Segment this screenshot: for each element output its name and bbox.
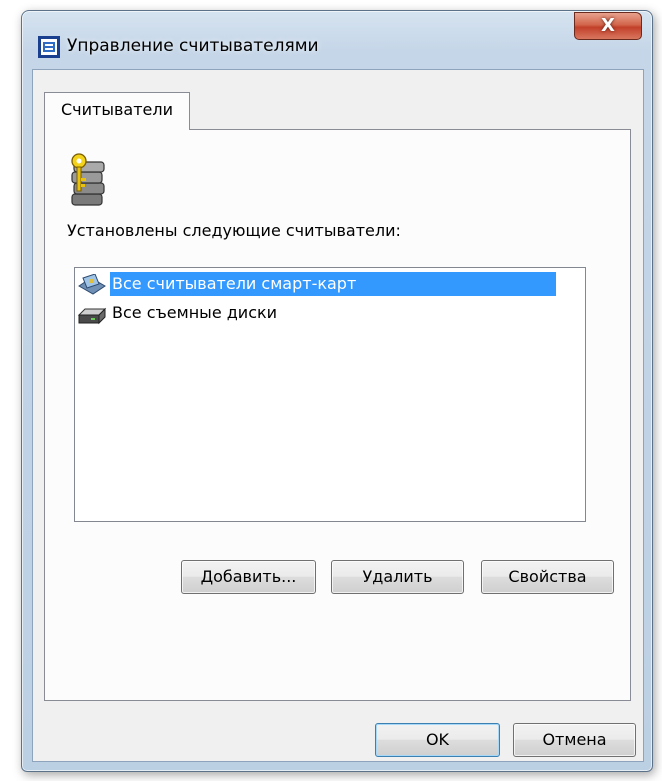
dialog-window: Управление считывателями X Считыватели У… [21, 10, 653, 772]
readers-listbox[interactable]: Все считыватели смарт-карт Все съемные д… [74, 267, 586, 522]
tab-panel-readers: Установлены следующие считыватели: Все с… [44, 129, 631, 701]
list-item-label: Все съемные диски [112, 303, 278, 322]
ok-button[interactable]: OK [375, 723, 500, 757]
close-button[interactable]: X [574, 12, 642, 40]
title-bar[interactable]: Управление считывателями X [22, 11, 652, 69]
cancel-button[interactable]: Отмена [513, 723, 636, 757]
smart-card-reader-icon [78, 274, 106, 295]
properties-button[interactable]: Свойства [481, 560, 614, 594]
keys-stack-icon [71, 153, 105, 206]
list-item-label: Все считыватели смарт-карт [110, 272, 556, 296]
window-title: Управление считывателями [67, 36, 319, 56]
tab-readers[interactable]: Считыватели [44, 92, 190, 130]
add-button[interactable]: Добавить... [181, 560, 316, 594]
removable-drive-icon [77, 307, 107, 325]
dialog-client-area: Считыватели Установлены следующие считыв… [32, 69, 644, 762]
close-icon: X [601, 15, 615, 36]
readers-heading: Установлены следующие считыватели: [67, 221, 401, 240]
app-icon [38, 36, 60, 58]
delete-button[interactable]: Удалить [331, 560, 464, 594]
